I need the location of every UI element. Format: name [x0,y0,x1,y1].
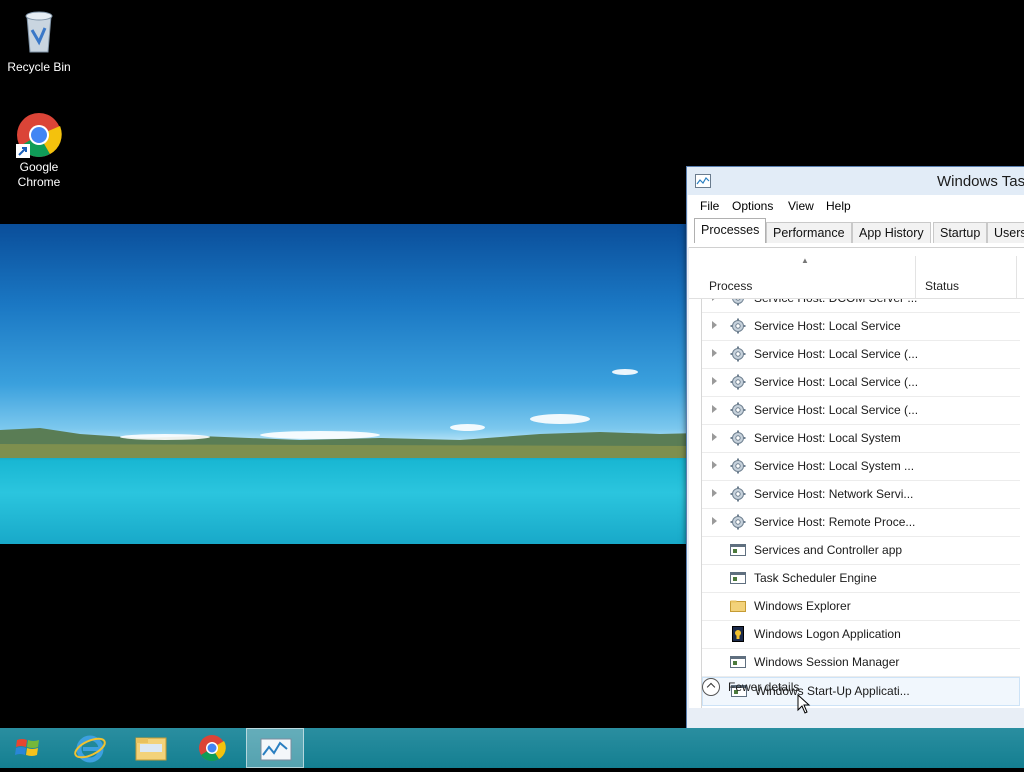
window-footer: Fewer details [689,666,1024,706]
table-row[interactable]: Windows Logon Application [702,621,1020,649]
table-row[interactable]: Service Host: Remote Proce... [702,509,1020,537]
tab-processes[interactable]: Processes [694,218,767,243]
taskbar-task-manager[interactable] [246,728,304,768]
process-list[interactable]: Service Host: DCOM Server ... Service Hos… [701,299,1024,708]
process-name: Service Host: Remote Proce... [754,515,916,529]
window-title: Windows Tas [937,173,1024,190]
taskbar-internet-explorer[interactable] [61,728,119,768]
expand-arrow-icon[interactable] [712,377,717,385]
chrome-icon [16,112,62,158]
menu-file[interactable]: File [700,199,719,213]
gear-icon [730,318,746,334]
process-name: Windows Logon Application [754,627,901,641]
desktop-icon-label: Recycle Bin [7,60,71,74]
expand-arrow-icon[interactable] [712,299,717,301]
table-row[interactable]: Service Host: Local System ... [702,453,1020,481]
process-name: Service Host: Local Service (... [754,347,919,361]
logon-icon [730,626,746,642]
mouse-cursor-icon [797,694,811,714]
table-row[interactable]: Service Host: Network Servi... [702,481,1020,509]
tab-performance[interactable]: Performance [766,222,852,243]
column-header-status[interactable]: Status [925,279,959,293]
collapse-chevron-icon[interactable] [702,678,720,696]
task-manager-window[interactable]: Windows Tas File Options View Help Proce… [686,166,1024,764]
menu-view[interactable]: View [788,199,814,213]
hills-graphic [0,428,700,458]
gear-icon [730,346,746,362]
gear-icon [730,402,746,418]
column-divider[interactable] [915,256,916,298]
folder-icon [730,598,746,614]
task-manager-icon [695,174,711,191]
menu-options[interactable]: Options [732,199,773,213]
sort-ascending-icon: ▲ [801,256,809,265]
expand-arrow-icon[interactable] [712,461,717,469]
gear-icon [730,458,746,474]
gear-icon [730,486,746,502]
folder-icon [135,737,167,761]
process-name: Service Host: Local Service (... [754,375,919,389]
gear-icon [730,430,746,446]
process-name: Service Host: Local Service [754,319,901,333]
process-name: Task Scheduler Engine [754,571,877,585]
menu-help[interactable]: Help [826,199,851,213]
process-name: Service Host: DCOM Server ... [754,299,917,305]
start-button[interactable] [0,728,58,768]
desktop-icon-recycle-bin[interactable]: Recycle Bin [1,8,77,75]
table-row[interactable]: Services and Controller app [702,537,1020,565]
expand-arrow-icon[interactable] [712,349,717,357]
table-row[interactable]: Service Host: DCOM Server ... [702,299,1020,313]
app-window-icon [730,570,746,586]
table-row[interactable]: Windows Explorer [702,593,1020,621]
tab-users[interactable]: Users [987,222,1024,243]
table-row[interactable]: Service Host: Local Service (... [702,369,1020,397]
tab-startup[interactable]: Startup [933,222,988,243]
desktop-icon-label: Google [19,160,59,174]
expand-arrow-icon[interactable] [712,517,717,525]
window-titlebar[interactable]: Windows Tas [687,167,1024,195]
gear-icon [730,514,746,530]
process-name: Service Host: Local Service (... [754,403,919,417]
windows-logo-icon [15,739,39,756]
desktop-icon-label-line2: Chrome [17,175,61,189]
ie-icon [74,735,106,763]
process-name: Services and Controller app [754,543,903,557]
expand-arrow-icon[interactable] [712,433,717,441]
column-divider[interactable] [1016,256,1017,298]
taskbar [0,728,1024,768]
tab-strip: Processes Performance App History Startu… [688,217,1024,247]
column-header-process[interactable]: Process [709,279,752,293]
process-name: Service Host: Network Servi... [754,487,914,501]
menu-bar: File Options View Help [688,195,1024,217]
column-header-row: ▲ Process Status [689,248,1024,299]
expand-arrow-icon[interactable] [712,489,717,497]
table-row[interactable]: Service Host: Local Service (... [702,397,1020,425]
taskbar-file-explorer[interactable] [122,728,180,768]
chrome-icon [199,735,226,762]
table-row[interactable]: Task Scheduler Engine [702,565,1020,593]
table-row[interactable]: Service Host: Local Service [702,313,1020,341]
process-name: Service Host: Local System ... [754,459,915,473]
expand-arrow-icon[interactable] [712,405,717,413]
process-name: Service Host: Local System [754,431,901,445]
desktop-icon-google-chrome[interactable]: Google Chrome [1,112,77,190]
recycle-bin-icon [1,8,77,58]
app-window-icon [730,542,746,558]
table-row[interactable]: Service Host: Local Service (... [702,341,1020,369]
task-manager-icon [260,738,292,761]
shortcut-arrow-icon [16,144,30,158]
fewer-details-link[interactable]: Fewer details [728,680,799,694]
gear-icon [730,374,746,390]
expand-arrow-icon[interactable] [712,321,717,329]
tab-app-history[interactable]: App History [852,222,931,243]
gear-icon [730,299,746,306]
taskbar-google-chrome[interactable] [183,728,241,768]
table-row[interactable]: Service Host: Local System [702,425,1020,453]
desktop-wallpaper [0,224,700,544]
process-name: Windows Explorer [754,599,851,613]
processes-pane: ▲ Process Status Service Host: DCOM Serv… [689,247,1024,708]
